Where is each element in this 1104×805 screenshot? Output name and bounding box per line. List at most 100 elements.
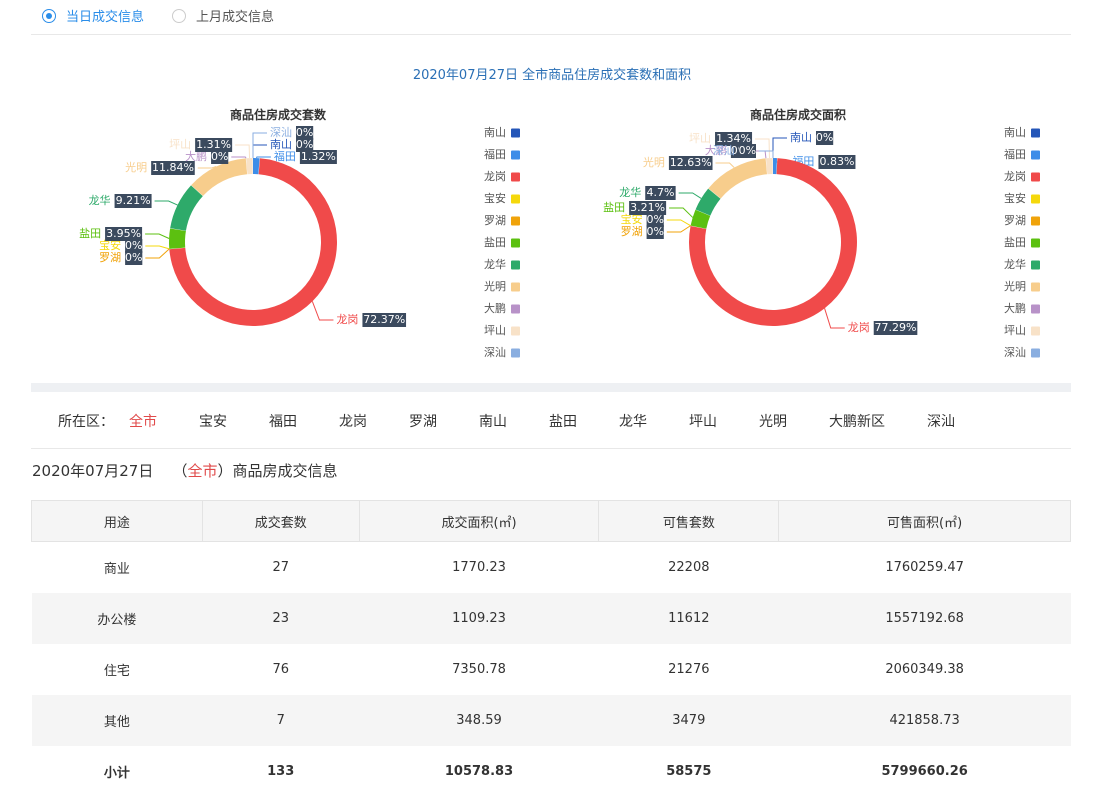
slice-name-label: 深汕	[270, 126, 292, 139]
percent-label: 9.21%	[116, 194, 151, 207]
table-cell: 21276	[668, 661, 710, 677]
district-option[interactable]: 盐田	[549, 411, 577, 431]
table-cell: 11612	[598, 592, 779, 644]
legend-swatch	[511, 260, 520, 270]
district-option[interactable]: 坪山	[689, 411, 717, 431]
table-cell: 23	[202, 592, 360, 644]
radio-daily[interactable]	[42, 8, 56, 23]
table-cell: 小计	[103, 765, 130, 781]
slice-name-label: 龙岗	[848, 321, 870, 334]
table-cell: 133	[267, 763, 295, 779]
table-cell: 7	[202, 694, 360, 746]
district-option[interactable]: 南山	[479, 411, 507, 431]
table-row: 商业 27 1770.23 22208 1760259.47	[32, 542, 1071, 593]
percent-label: 1.31%	[196, 138, 231, 151]
district-option[interactable]: 罗湖	[409, 411, 437, 431]
column-header: 用途	[31, 500, 203, 542]
column-header: 可售套数	[598, 500, 780, 542]
legend-label: 盐田	[1004, 236, 1026, 249]
table-row: 办公楼 23 1109.23 11612 1557192.68	[31, 592, 1071, 644]
legend-label: 大鹏	[484, 301, 506, 315]
district-option[interactable]: 全市	[129, 411, 157, 431]
district-option[interactable]: 深汕	[927, 411, 955, 431]
table-cell: 办公楼	[31, 592, 203, 644]
table-header-row: 用途 成交套数 成交面积(㎡) 可售套数 可售面积(㎡)	[31, 500, 1071, 542]
percent-label: 3.95%	[106, 227, 141, 240]
table-total-row: 小计 133 10578.83 58575 5799660.26	[32, 746, 1071, 797]
district-option[interactable]: 光明	[759, 411, 787, 431]
legend-label: 南山	[484, 126, 506, 139]
district-option[interactable]: 龙岗	[339, 411, 367, 431]
info-region: 全市	[187, 462, 218, 480]
legend-label: 深汕	[1004, 346, 1026, 359]
table-cell: 其他	[31, 694, 203, 746]
legend-label: 坪山	[1004, 324, 1026, 337]
pie-slice	[708, 158, 768, 199]
leader-line	[824, 308, 845, 329]
slice-name-label: 罗湖	[99, 251, 121, 264]
tab-monthly[interactable]: 上月成交信息	[172, 6, 274, 25]
table-cell: 1557192.68	[778, 592, 1071, 644]
radio-monthly[interactable]	[172, 8, 187, 23]
leader-line	[231, 156, 247, 159]
table-cell: 1109.23	[359, 592, 599, 644]
pie-slice	[169, 228, 186, 249]
district-filter-label: 所在区：	[58, 414, 114, 430]
info-open-paren: （	[172, 462, 188, 480]
legend-swatch	[1031, 260, 1040, 270]
tab-daily-label: 当日成交信息	[66, 10, 145, 25]
legend-label: 深汕	[484, 346, 506, 359]
district-option[interactable]: 龙华	[619, 411, 647, 431]
legend-swatch	[511, 150, 520, 160]
percent-label: 1.32%	[301, 150, 336, 163]
leader-line	[715, 162, 735, 168]
district-option[interactable]: 宝安	[199, 411, 227, 431]
leader-line	[145, 245, 170, 250]
legend-label: 罗湖	[484, 214, 506, 227]
pie-slice	[765, 158, 773, 175]
legend-swatch	[511, 282, 520, 292]
donut-chart: 商品住房成交套数南山 0%福田 1.32%龙岗 72.37%宝安 0%罗湖 0%盐田 3.9…	[79, 107, 520, 359]
legend-swatch	[1031, 216, 1040, 226]
legend-swatch	[511, 128, 520, 138]
slice-name-label: 龙岗	[336, 313, 358, 326]
section-divider	[31, 383, 1071, 392]
legend-swatch	[511, 194, 520, 204]
leader-line	[154, 200, 178, 206]
column-header: 成交面积(㎡)	[358, 500, 600, 542]
leader-line	[252, 144, 267, 158]
slice-name-label: 光明	[643, 155, 665, 169]
donut-chart: 商品住房成交面积南山 0%福田 0.83%龙岗 77.29%宝安 0%罗湖 0%盐田 3.2…	[603, 107, 1040, 359]
slice-name-label: 坪山	[169, 138, 191, 151]
percent-label: 0%	[125, 251, 142, 264]
legend-swatch	[1031, 172, 1040, 182]
table-cell: 7350.78	[452, 661, 506, 677]
charts-area: 商品住房成交套数南山 0%福田 1.32%龙岗 72.37%宝安 0%罗湖 0%盐田 3.9…	[79, 107, 1040, 359]
legend-swatch	[1031, 150, 1040, 160]
leader-line	[256, 156, 271, 159]
district-option[interactable]: 大鹏新区	[829, 411, 885, 431]
leader-line	[755, 138, 770, 159]
table-cell: 27	[272, 559, 289, 575]
legend-label: 福田	[484, 147, 506, 161]
legend-swatch	[511, 238, 520, 248]
leader-line	[145, 233, 170, 239]
percent-label: 77.29%	[875, 321, 917, 334]
table-cell: 5799660.26	[881, 763, 968, 779]
tab-daily[interactable]: 当日成交信息	[42, 6, 144, 25]
chart-title: 商品住房成交面积	[750, 107, 846, 122]
pie-slice	[253, 158, 260, 175]
legend-swatch	[1031, 326, 1040, 336]
slice-name-label: 深汕	[713, 144, 735, 157]
legend-swatch	[1031, 282, 1040, 292]
percent-label: 4.7%	[646, 186, 674, 199]
district-option[interactable]: 福田	[269, 411, 297, 431]
percent-label: 0%	[296, 126, 313, 139]
table-cell: 1760259.47	[885, 559, 964, 575]
slice-name-label: 坪山	[689, 132, 711, 145]
table-cell: 3479	[598, 694, 779, 746]
legend-label: 龙华	[484, 257, 506, 271]
table-cell: 58575	[666, 763, 712, 779]
slice-name-label: 龙华	[89, 193, 111, 207]
legend-label: 大鹏	[1004, 301, 1026, 315]
